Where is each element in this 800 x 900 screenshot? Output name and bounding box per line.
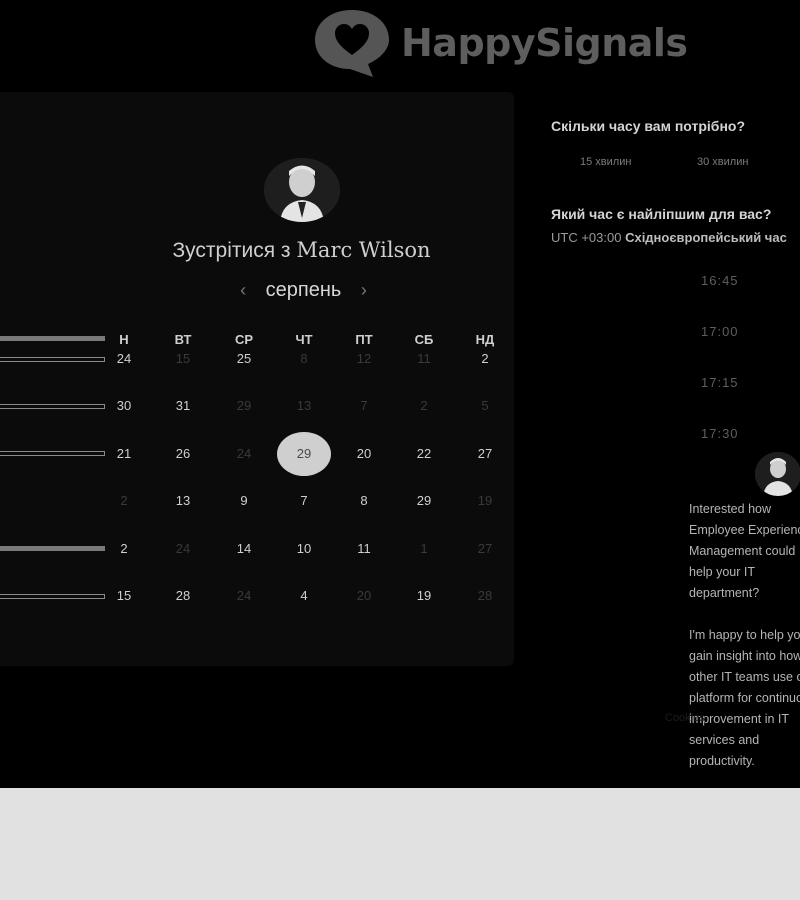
options-panel: Скільки часу вам потрібно? 15 хвилин 30 … [551, 118, 800, 441]
calendar-card: Зустрітися з Marc Wilson ‹ серпень › Н ВТ… [0, 92, 514, 666]
time-slot[interactable]: 17:15 [701, 375, 781, 390]
overlay-bar [0, 404, 105, 409]
calendar-day: 5 [481, 398, 489, 413]
calendar-day[interactable]: 9 [224, 493, 264, 508]
weekday-header: НД [475, 332, 495, 347]
calendar-day[interactable]: 8 [344, 493, 384, 508]
duration-15-button[interactable]: 15 хвилин [580, 156, 631, 168]
calendar-day: 8 [300, 351, 308, 366]
calendar-day[interactable]: 15 [104, 588, 144, 603]
weekday-header: Н [119, 332, 129, 347]
time-question: Який час є найліпшим для вас? [551, 206, 772, 222]
description-paragraph: Interested how Employee Experience Manag… [689, 502, 800, 600]
calendar-day: 2 [420, 398, 428, 413]
overlay-bar [0, 357, 105, 362]
calendar-day: 7 [360, 398, 368, 413]
timezone-offset: UTC +03:00 [551, 230, 622, 245]
calendar-day[interactable]: 31 [163, 398, 203, 413]
time-slot[interactable]: 17:30 [701, 426, 781, 441]
calendar-day[interactable]: 4 [284, 588, 324, 603]
title-prefix: Зустрітися з [172, 239, 291, 262]
weekday-header: ПТ [355, 332, 373, 347]
host-avatar [264, 158, 340, 222]
timezone-selector[interactable]: UTC +03:00 Східноєвропейський час [551, 230, 787, 245]
host-name: Marc Wilson [296, 238, 431, 262]
weekday-header: СР [234, 332, 254, 347]
cookies-link[interactable]: Cookies [665, 712, 705, 724]
host-avatar-small [755, 452, 800, 496]
calendar-day: 13 [296, 398, 312, 413]
calendar-day[interactable]: 19 [404, 588, 444, 603]
calendar-day[interactable]: 26 [163, 446, 203, 461]
person-avatar-icon [264, 158, 340, 222]
calendar-day[interactable]: 20 [344, 446, 384, 461]
month-label: серпень [265, 279, 342, 301]
calendar-day: 2 [120, 493, 128, 508]
calendar-day: 27 [477, 541, 493, 556]
calendar-day[interactable]: 2 [465, 351, 505, 366]
calendar-day[interactable]: 14 [224, 541, 264, 556]
calendar-day[interactable]: 29 [404, 493, 444, 508]
weekday-header: ЧТ [295, 332, 313, 347]
calendar-day: 24 [236, 588, 252, 603]
weekday-header: СБ [414, 332, 434, 347]
overlay-bar [0, 336, 105, 341]
brand-name: HappySignals [401, 21, 688, 65]
calendar-day[interactable]: 22 [404, 446, 444, 461]
weekday-header: ВТ [174, 332, 192, 347]
calendar-day[interactable]: 30 [104, 398, 144, 413]
overlay-bar [0, 546, 105, 551]
calendar-day: 19 [477, 493, 493, 508]
calendar-day[interactable]: 10 [284, 541, 324, 556]
calendar-day[interactable]: 7 [284, 493, 324, 508]
time-slot[interactable]: 17:00 [701, 324, 781, 339]
brand-logo: HappySignals [313, 8, 688, 78]
calendar-day: 28 [477, 588, 493, 603]
meeting-title: Зустрітися з Marc Wilson [0, 238, 623, 263]
time-slot[interactable]: 16:45 [701, 273, 781, 288]
duration-question: Скільки часу вам потрібно? [551, 118, 746, 134]
calendar-day: 15 [175, 351, 191, 366]
calendar-day: 12 [356, 351, 372, 366]
calendar-day[interactable]: 25 [224, 351, 264, 366]
selected-date[interactable]: 29 [277, 432, 331, 476]
host-description: Interested how Employee Experience Manag… [689, 499, 800, 788]
calendar-day: 29 [236, 398, 252, 413]
duration-30-button[interactable]: 30 хвилин [697, 156, 748, 168]
overlay-bar [0, 451, 105, 456]
calendar-day[interactable]: 28 [163, 588, 203, 603]
calendar-day[interactable]: 13 [163, 493, 203, 508]
calendar-day[interactable]: 11 [344, 541, 384, 556]
overlay-bar [0, 594, 105, 599]
person-avatar-icon [755, 452, 800, 496]
calendar-day[interactable]: 24 [104, 351, 144, 366]
booking-page: HappySignals Зустрітися з Marc Wilson ‹ … [0, 0, 800, 788]
calendar-day: 11 [417, 351, 431, 366]
timezone-name: Східноєвропейський час [625, 230, 787, 245]
heart-speech-bubble-icon [315, 10, 389, 77]
calendar-day[interactable]: 21 [104, 446, 144, 461]
chevron-right-icon[interactable]: › [361, 280, 367, 301]
chevron-left-icon[interactable]: ‹ [240, 280, 246, 301]
calendar-day: 1 [420, 541, 428, 556]
calendar-day: 20 [356, 588, 372, 603]
calendar-day: 24 [175, 541, 191, 556]
calendar-day[interactable]: 2 [104, 541, 144, 556]
calendar-day: 24 [236, 446, 252, 461]
description-paragraph: I'm happy to help you gain insight into … [689, 628, 800, 768]
month-navigation: ‹ серпень › [0, 279, 627, 302]
calendar-day[interactable]: 27 [465, 446, 505, 461]
